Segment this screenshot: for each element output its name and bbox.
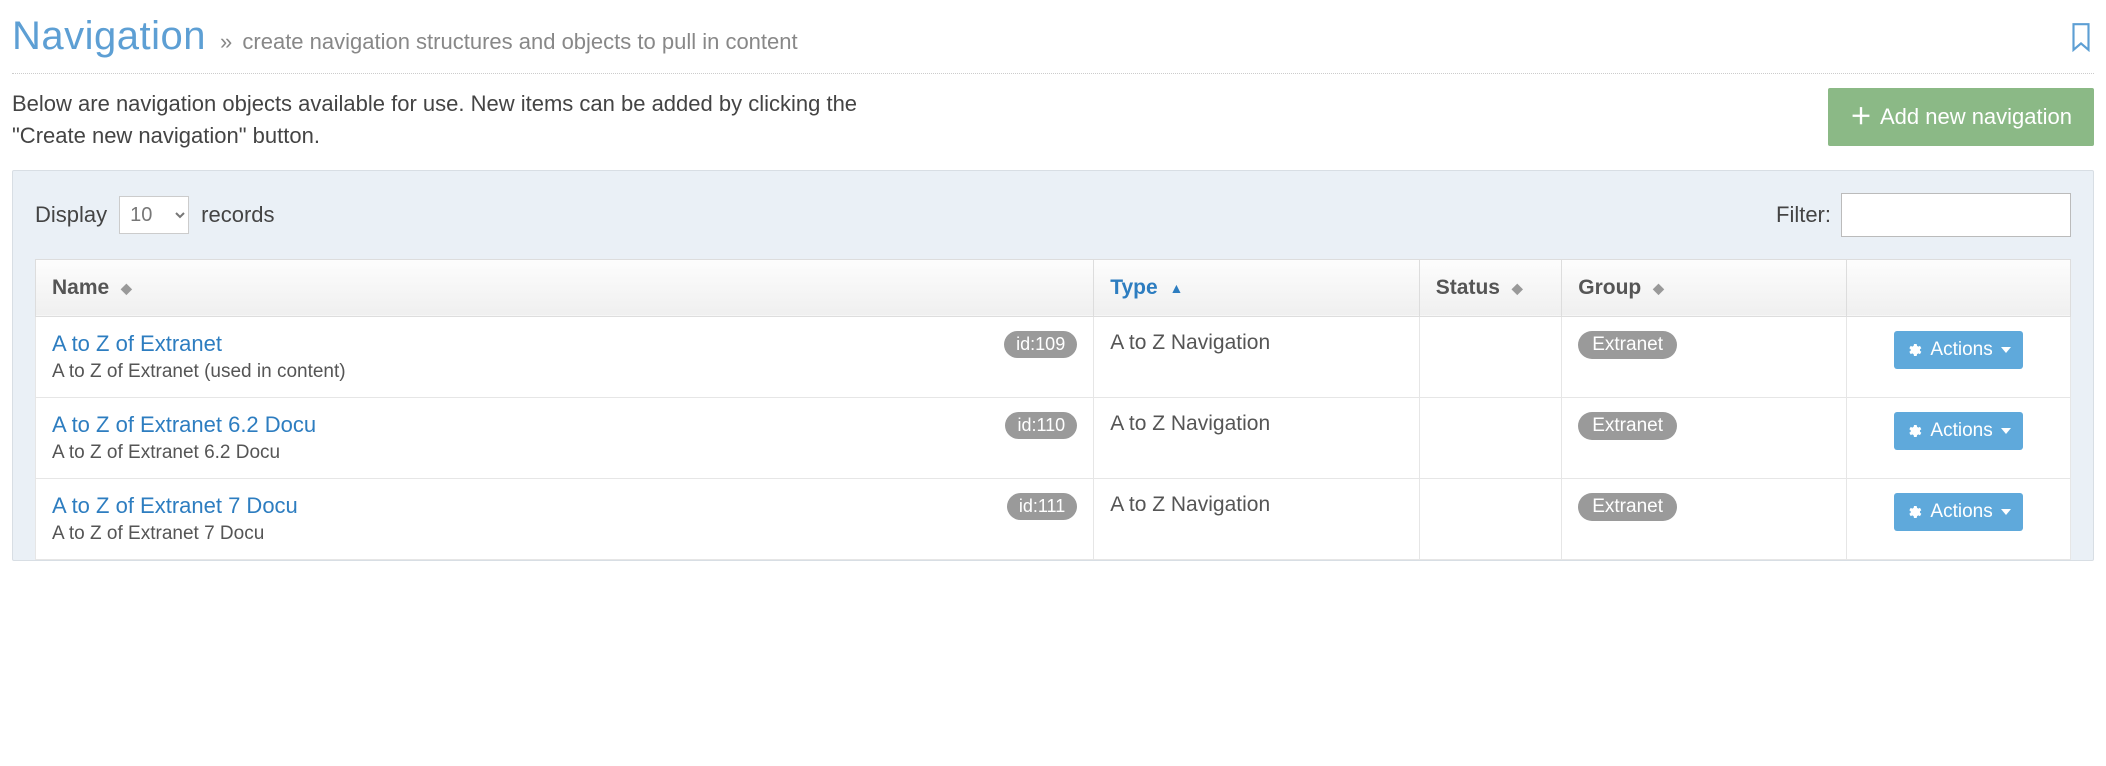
table-panel: Display 10 records Filter: Name ◆ Type ▲ [12,170,2094,561]
filter-input[interactable] [1841,193,2071,237]
caret-down-icon [2001,347,2011,353]
row-subtitle: A to Z of Extranet 6.2 Docu [52,442,316,464]
column-header-name[interactable]: Name ◆ [36,259,1094,316]
row-type: A to Z Navigation [1094,397,1420,478]
page-subtitle-text: create navigation structures and objects… [242,29,797,54]
display-label: Display [35,202,107,228]
row-actions-label: Actions [1930,501,1992,523]
add-new-navigation-button[interactable]: ＋ Add new navigation [1828,88,2094,146]
group-badge: Extranet [1578,493,1677,521]
column-header-type-label: Type [1110,276,1157,299]
page-subtitle: » create navigation structures and objec… [220,29,798,55]
row-type: A to Z Navigation [1094,478,1420,559]
column-header-group[interactable]: Group ◆ [1562,259,1847,316]
table-toolbar: Display 10 records Filter: [35,193,2071,259]
intro-text: Below are navigation objects available f… [12,88,882,152]
row-type: A to Z Navigation [1094,316,1420,397]
page-title: Navigation [12,14,206,59]
row-status [1419,397,1561,478]
page-title-wrap: Navigation » create navigation structure… [12,14,798,59]
page-header: Navigation » create navigation structure… [12,10,2094,74]
page-size-select[interactable]: 10 [119,196,189,234]
row-name-link[interactable]: A to Z of Extranet 6.2 Docu [52,412,316,438]
row-status [1419,316,1561,397]
sort-both-icon: ◆ [121,281,132,295]
table-row: A to Z of Extranet A to Z of Extranet (u… [36,316,2071,397]
caret-down-icon [2001,509,2011,515]
group-badge: Extranet [1578,412,1677,440]
id-badge: id:111 [1007,493,1077,520]
sort-both-icon: ◆ [1653,281,1664,295]
row-subtitle: A to Z of Extranet 7 Docu [52,523,298,545]
group-badge: Extranet [1578,331,1677,359]
column-header-actions [1847,259,2071,316]
intro-row: Below are navigation objects available f… [12,88,2094,152]
navigation-table: Name ◆ Type ▲ Status ◆ Group ◆ [35,259,2071,560]
row-actions-label: Actions [1930,420,1992,442]
filter-label: Filter: [1776,202,1831,228]
row-status [1419,478,1561,559]
id-badge: id:110 [1005,412,1077,439]
row-actions-button[interactable]: Actions [1894,412,2022,450]
gear-icon [1906,504,1922,520]
chevron-right-double-icon: » [220,29,232,54]
add-new-navigation-label: Add new navigation [1880,104,2072,130]
caret-down-icon [2001,428,2011,434]
row-name-link[interactable]: A to Z of Extranet [52,331,346,357]
column-header-status[interactable]: Status ◆ [1419,259,1561,316]
gear-icon [1906,423,1922,439]
row-actions-label: Actions [1930,339,1992,361]
row-actions-button[interactable]: Actions [1894,331,2022,369]
gear-icon [1906,342,1922,358]
row-name-link[interactable]: A to Z of Extranet 7 Docu [52,493,298,519]
bookmark-icon[interactable] [2068,22,2094,52]
filter-control: Filter: [1776,193,2071,237]
id-badge: id:109 [1004,331,1077,358]
sort-both-icon: ◆ [1512,281,1523,295]
sort-asc-icon: ▲ [1170,280,1184,296]
column-header-type[interactable]: Type ▲ [1094,259,1420,316]
row-subtitle: A to Z of Extranet (used in content) [52,361,346,383]
table-row: A to Z of Extranet 6.2 Docu A to Z of Ex… [36,397,2071,478]
records-label: records [201,202,274,228]
table-header-row: Name ◆ Type ▲ Status ◆ Group ◆ [36,259,2071,316]
column-header-status-label: Status [1436,276,1500,299]
display-control: Display 10 records [35,196,275,234]
column-header-name-label: Name [52,276,109,299]
table-row: A to Z of Extranet 7 Docu A to Z of Extr… [36,478,2071,559]
column-header-group-label: Group [1578,276,1641,299]
plus-icon: ＋ [1850,106,1872,128]
row-actions-button[interactable]: Actions [1894,493,2022,531]
